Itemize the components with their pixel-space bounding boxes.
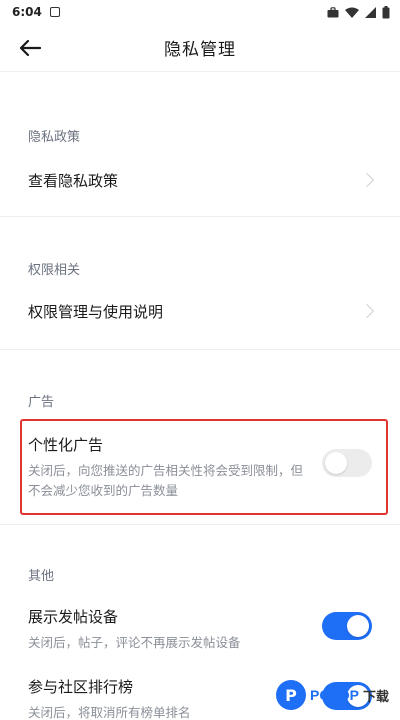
status-bar: 6:04	[0, 0, 400, 24]
personalized-ads-setting: 个性化广告 关闭后，向您推送的广告相关性将会受到限制，但不会减少您收到的广告数量	[28, 434, 372, 501]
signal-icon	[365, 6, 376, 18]
status-icons	[327, 5, 390, 19]
watermark-brand: PCPOP	[310, 687, 360, 703]
watermark-suffix: 下载	[363, 689, 390, 705]
setting-description: 关闭后，帖子，评论不再展示发帖设备	[28, 635, 241, 650]
setting-title: 展示发帖设备	[28, 608, 119, 626]
chevron-right-icon	[359, 303, 375, 319]
row-label: 权限管理与使用说明	[28, 302, 164, 321]
show-post-device-toggle[interactable]	[322, 612, 372, 640]
view-privacy-policy-row[interactable]: 查看隐私政策	[0, 160, 400, 200]
toggle-knob	[347, 615, 369, 637]
section-label-other: 其他	[28, 569, 55, 584]
setting-description: 关闭后，将取消所有榜单排名	[28, 705, 191, 720]
chevron-right-icon	[359, 172, 375, 188]
divider	[0, 524, 400, 525]
wifi-icon	[345, 7, 359, 18]
status-time: 6:04	[12, 5, 42, 19]
watermark: P PCPOP 下载	[276, 680, 389, 710]
section-label-ads: 广告	[28, 395, 55, 410]
section-label-permissions: 权限相关	[28, 263, 81, 278]
back-button[interactable]	[16, 36, 44, 60]
pcpop-logo-icon: P	[276, 680, 306, 710]
briefcase-icon	[327, 6, 339, 17]
back-arrow-icon	[19, 39, 42, 57]
battery-icon	[382, 5, 390, 18]
permission-management-row[interactable]: 权限管理与使用说明	[0, 291, 400, 331]
app-header: 隐私管理	[0, 24, 400, 72]
row-label: 查看隐私政策	[28, 171, 119, 190]
setting-description: 关闭后，向您推送的广告相关性将会受到限制，但不会减少您收到的广告数量	[28, 463, 304, 498]
notification-icon	[49, 7, 60, 17]
divider	[0, 216, 400, 217]
page-title: 隐私管理	[164, 40, 236, 60]
setting-title: 个性化广告	[28, 436, 104, 454]
show-post-device-setting: 展示发帖设备 关闭后，帖子，评论不再展示发帖设备	[28, 606, 372, 653]
toggle-knob	[325, 452, 347, 474]
section-label-privacy: 隐私政策	[28, 130, 81, 145]
personalized-ads-toggle[interactable]	[322, 449, 372, 477]
divider	[0, 349, 400, 350]
